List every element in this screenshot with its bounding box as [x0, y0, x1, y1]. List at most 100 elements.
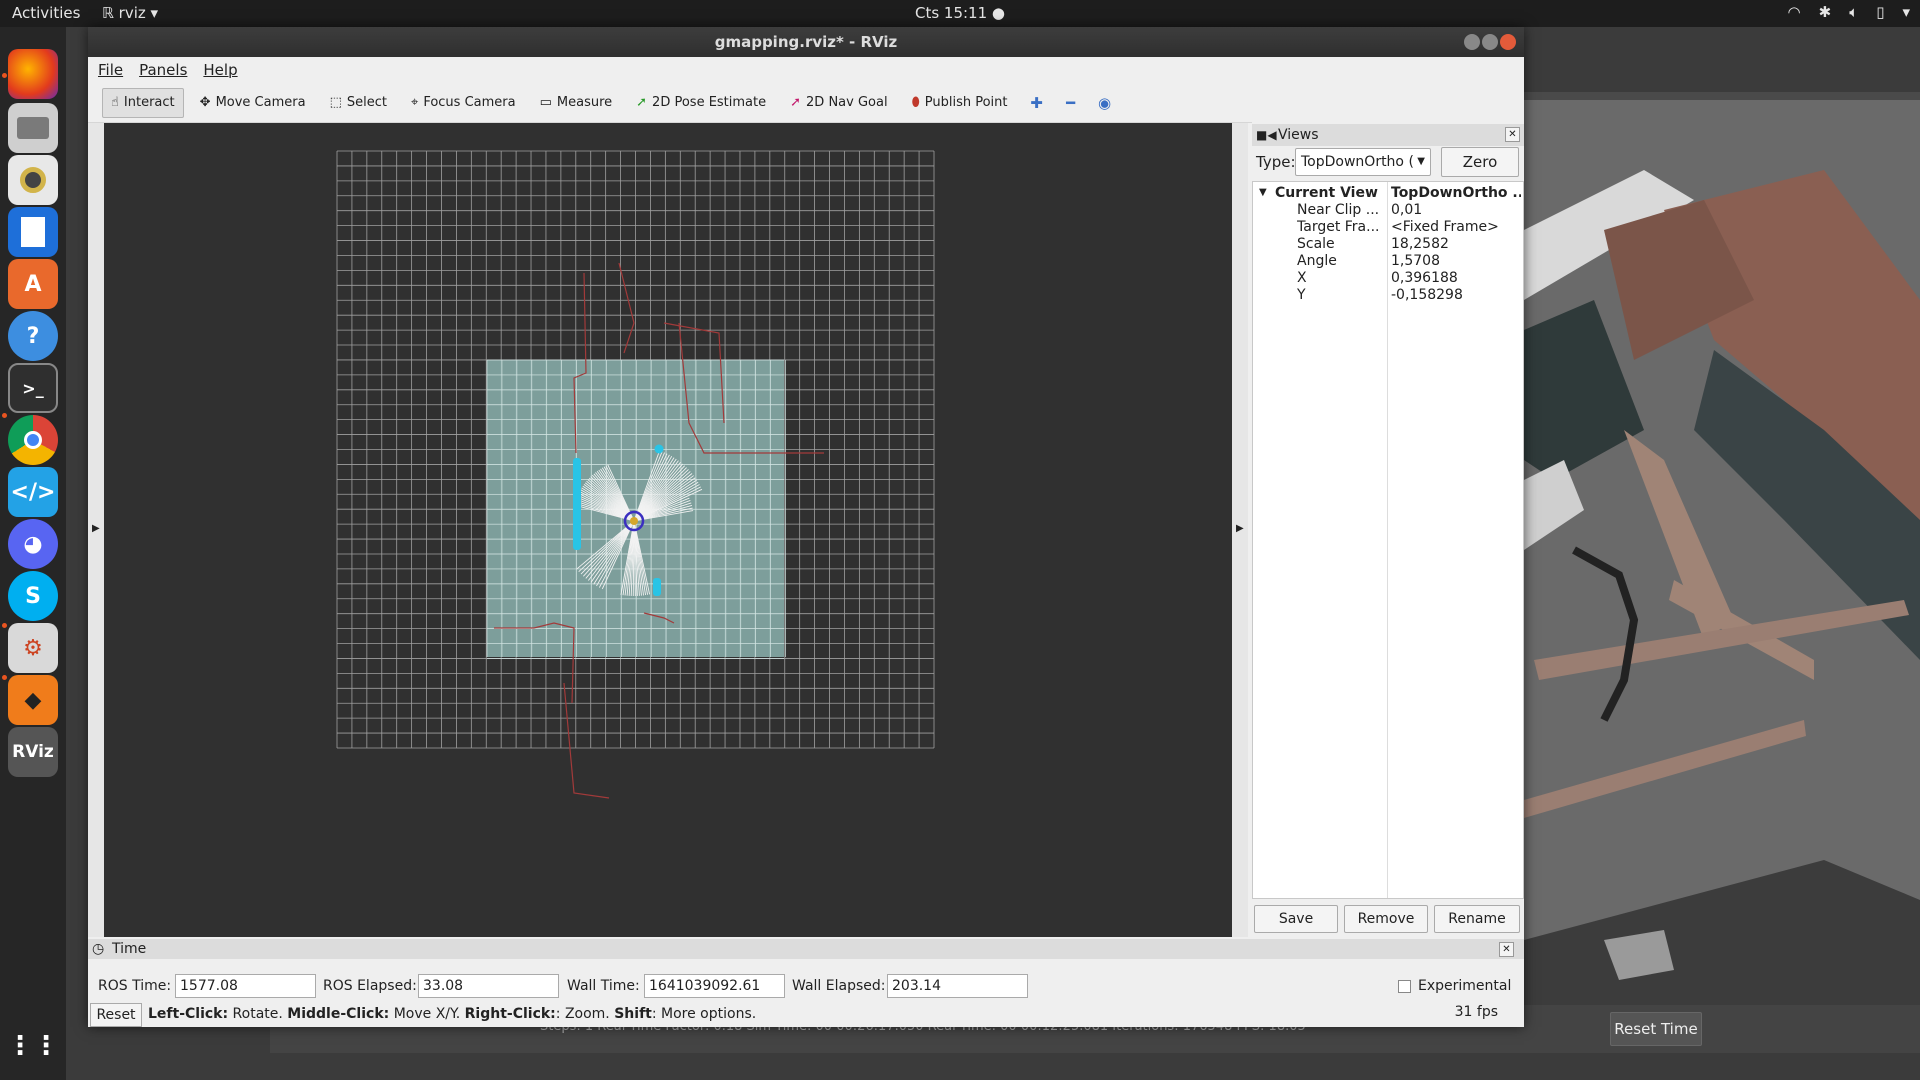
view-type-select[interactable]: TopDownOrtho ( ▼ [1295, 148, 1431, 176]
volume-icon[interactable]: 🔈︎ [1849, 3, 1858, 21]
ros-time-field[interactable]: 1577.08 [175, 974, 316, 998]
fps-readout: 31 fps [1454, 1004, 1498, 1020]
laser-hit-marker [573, 458, 581, 550]
hint-middle: Middle-Click: [287, 1006, 390, 1022]
firefox-icon[interactable] [8, 49, 58, 99]
terminal-icon[interactable]: >_ [8, 363, 58, 413]
gazebo-world-render [1524, 100, 1920, 1005]
chevron-down-icon[interactable]: ▾ [1902, 3, 1910, 21]
expand-left-icon[interactable]: ▶ [92, 523, 100, 534]
wall-elapsed-field[interactable]: 203.14 [887, 974, 1028, 998]
select-label: Select [346, 95, 387, 110]
menu-panels[interactable]: Panels [139, 61, 187, 79]
render-view[interactable] [104, 123, 1232, 937]
rviz-small-icon: ℝ [102, 4, 119, 22]
property-row[interactable]: X 0,396188 [1253, 270, 1523, 287]
type-label: Type: [1256, 153, 1296, 171]
system-tray[interactable]: ◠ ✱ 🔈︎ ▯ ▾ [1788, 3, 1910, 21]
pose-estimate-tool-button[interactable]: ➚ 2D Pose Estimate [628, 88, 774, 118]
rename-button[interactable]: Rename [1434, 905, 1520, 933]
robot-center [630, 517, 638, 525]
minimize-icon[interactable] [1464, 34, 1480, 50]
close-icon[interactable]: ✕ [1505, 127, 1520, 142]
chevron-down-icon: ▼ [1417, 156, 1425, 167]
wifi-icon[interactable]: ◠ [1788, 3, 1801, 21]
menu-help[interactable]: Help [203, 61, 237, 79]
gazebo-icon[interactable]: ◆ [8, 675, 58, 725]
software-center-icon[interactable]: A [8, 259, 58, 309]
vscode-icon[interactable]: </> [8, 467, 58, 517]
activities-button[interactable]: Activities [12, 4, 80, 22]
remove-button[interactable]: Remove [1344, 905, 1428, 933]
property-value[interactable]: 0,396188 [1391, 270, 1521, 286]
select-icon: ⬚ [329, 95, 342, 110]
chrome-icon[interactable] [8, 415, 58, 465]
add-tool-icon[interactable]: ✚ [1024, 90, 1050, 116]
view-properties-tree[interactable]: ▼ Current View TopDownOrtho ... Near Cli… [1252, 181, 1524, 899]
property-value[interactable]: -0,158298 [1391, 287, 1521, 303]
menu-bar: File Panels Help [88, 57, 1524, 83]
app-menu[interactable]: ℝ rviz ▾ [102, 4, 158, 22]
eye-icon[interactable]: ◉ [1092, 90, 1118, 116]
remove-tool-icon[interactable]: ━ [1058, 90, 1084, 116]
current-view-key: Current View [1275, 185, 1378, 201]
views-title: Views [1278, 127, 1319, 143]
file-manager-icon[interactable] [8, 103, 58, 153]
settings-tools-icon[interactable]: ⚙ [8, 623, 58, 673]
current-view-row[interactable]: ▼ Current View TopDownOrtho ... [1253, 185, 1523, 202]
property-value[interactable]: 1,5708 [1391, 253, 1521, 269]
expand-right-icon[interactable]: ▶ [1236, 523, 1244, 534]
views-button-row: Save Remove Rename [1252, 905, 1524, 933]
focus-camera-tool-button[interactable]: ⌖ Focus Camera [403, 88, 524, 118]
property-row[interactable]: Scale 18,2582 [1253, 236, 1523, 253]
focus-icon: ⌖ [410, 95, 419, 110]
property-row[interactable]: Target Fra... <Fixed Frame> [1253, 219, 1523, 236]
wall-time-field[interactable]: 1641039092.61 [644, 974, 785, 998]
move-icon: ✥ [199, 95, 211, 110]
property-value[interactable]: 0,01 [1391, 202, 1521, 218]
help-icon[interactable]: ? [8, 311, 58, 361]
left-collapse-strip[interactable]: ▶ [88, 123, 104, 937]
menu-file[interactable]: File [98, 61, 123, 79]
collapse-triangle-icon[interactable]: ▼ [1259, 187, 1267, 198]
property-row[interactable]: Near Clip ... 0,01 [1253, 202, 1523, 219]
measure-tool-button[interactable]: ▭ Measure [532, 88, 621, 118]
app-grid-icon[interactable]: ⋮⋮ [7, 1021, 59, 1071]
rhythmbox-icon[interactable] [8, 155, 58, 205]
reset-button[interactable]: Reset [90, 1003, 142, 1027]
running-indicator [2, 623, 7, 628]
bluetooth-icon[interactable]: ✱ [1819, 3, 1832, 21]
skype-icon[interactable]: S [8, 571, 58, 621]
maximize-icon[interactable] [1482, 34, 1498, 50]
zero-button[interactable]: Zero [1441, 147, 1519, 177]
camera-icon: ■◀ [1256, 128, 1277, 142]
property-row[interactable]: Y -0,158298 [1253, 287, 1523, 304]
map-pin-icon: ⬮ [911, 95, 920, 110]
publish-point-tool-button[interactable]: ⬮ Publish Point [904, 88, 1016, 118]
save-button[interactable]: Save [1254, 905, 1338, 933]
close-icon[interactable]: ✕ [1499, 942, 1514, 957]
nav-goal-tool-button[interactable]: ➚ 2D Nav Goal [782, 88, 895, 118]
close-icon[interactable] [1500, 34, 1516, 50]
ros-time-label: ROS Time: [98, 978, 172, 994]
property-key: Target Fra... [1297, 219, 1380, 235]
property-value[interactable]: 18,2582 [1391, 236, 1521, 252]
discord-icon[interactable]: ◕ [8, 519, 58, 569]
property-value[interactable]: <Fixed Frame> [1391, 219, 1521, 235]
gazebo-scene[interactable] [1524, 100, 1920, 1005]
move-camera-tool-button[interactable]: ✥ Move Camera [192, 88, 314, 118]
rviz-icon[interactable]: RViz [8, 727, 58, 777]
clock-icon: ◷ [92, 941, 105, 957]
clock[interactable]: Cts 15:11 [915, 4, 987, 22]
ros-elapsed-field[interactable]: 33.08 [418, 974, 559, 998]
title-bar[interactable]: gmapping.rviz* - RViz [88, 27, 1524, 57]
select-tool-button[interactable]: ⬚ Select [322, 88, 395, 118]
time-header: ◷ Time ✕ [88, 939, 1524, 959]
writer-icon[interactable] [8, 207, 58, 257]
interact-tool-button[interactable]: ☝ Interact [102, 87, 184, 118]
right-collapse-strip[interactable]: ▶ [1232, 123, 1248, 937]
property-row[interactable]: Angle 1,5708 [1253, 253, 1523, 270]
experimental-checkbox[interactable] [1398, 980, 1411, 993]
reset-time-button[interactable]: Reset Time [1610, 1012, 1702, 1046]
battery-icon[interactable]: ▯ [1876, 3, 1884, 21]
